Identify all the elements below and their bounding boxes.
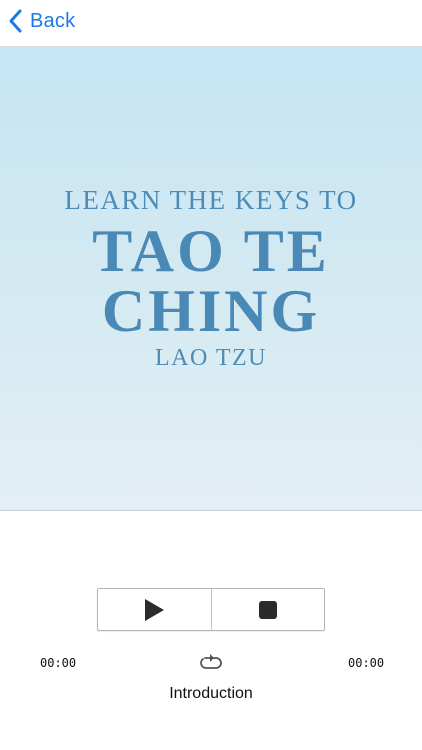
audio-player-screen: Back LEARN THE KEYS TO TAO TE CHING LAO … bbox=[0, 0, 422, 750]
stop-icon bbox=[258, 600, 277, 619]
navigation-bar: Back bbox=[0, 0, 422, 47]
cover-subtitle: LEARN THE KEYS TO bbox=[64, 185, 358, 215]
back-label: Back bbox=[30, 9, 76, 32]
chevron-left-icon bbox=[9, 9, 22, 33]
cover-title-line-2: CHING bbox=[101, 278, 321, 344]
track-title: Introduction bbox=[169, 685, 253, 702]
back-button[interactable]: Back bbox=[6, 6, 75, 36]
album-cover-art: LEARN THE KEYS TO TAO TE CHING LAO TZU bbox=[0, 47, 422, 511]
play-icon bbox=[145, 598, 165, 621]
total-duration: 00:00 bbox=[348, 656, 385, 670]
stop-button[interactable] bbox=[212, 589, 325, 630]
playback-controls bbox=[97, 588, 325, 631]
play-button[interactable] bbox=[98, 589, 211, 630]
cover-title-line-1: TAO TE bbox=[92, 218, 330, 284]
repeat-icon[interactable] bbox=[199, 653, 223, 671]
elapsed-time: 00:00 bbox=[40, 656, 77, 670]
cover-author: LAO TZU bbox=[154, 345, 268, 371]
